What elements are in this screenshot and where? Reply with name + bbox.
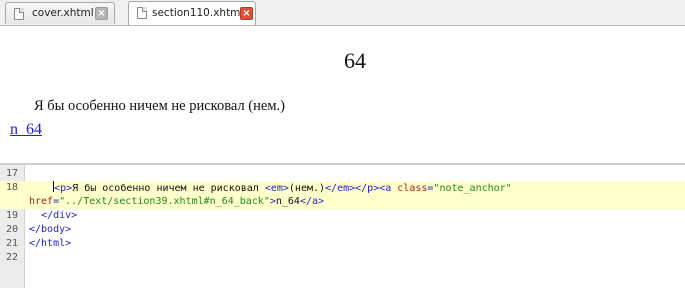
code-text: </html> <box>29 237 71 251</box>
tab-label: section110.xhtml <box>152 7 244 19</box>
code-token-attr: href <box>29 196 54 207</box>
code-line[interactable]: 21 </html> <box>0 237 685 251</box>
code-token-tag: </a> <box>299 196 325 207</box>
code-token-text: Я бы особенно ничем не рисковал <box>72 183 265 194</box>
document-icon <box>137 7 147 19</box>
close-icon[interactable]: × <box>95 7 108 20</box>
line-number: 19 <box>6 210 19 221</box>
code-token-attr: class <box>397 183 428 194</box>
line-number: 18 <box>6 182 19 193</box>
line-number: 20 <box>6 224 19 235</box>
code-view[interactable]: 17 18 <p>Я бы особенно ничем не рисковал … <box>0 165 685 288</box>
book-view: 64 Я бы особенно ничем не рисковал (нем.… <box>0 26 685 164</box>
code-line[interactable]: 19 </div> <box>0 209 685 223</box>
close-icon[interactable]: × <box>240 7 253 20</box>
line-number: 22 <box>6 252 19 263</box>
tab-cover[interactable]: cover.xhtml × <box>5 2 115 24</box>
note-anchor-link[interactable]: n_64 <box>10 121 42 139</box>
code-token-tag: <p> <box>54 183 73 194</box>
code-text: </body> <box>29 223 71 237</box>
code-token-text: (нем.) <box>288 183 326 194</box>
code-token-tag: </em></p><a <box>325 183 398 194</box>
code-text: <p>Я бы особенно ничем не рисковал <em>(… <box>29 181 512 196</box>
code-token-tag: </html> <box>29 238 72 249</box>
code-text: href="../Text/section39.xhtml#n_64_back"… <box>29 195 324 209</box>
code-token-val: "note_anchor" <box>433 183 512 194</box>
code-line[interactable]: 20 </body> <box>0 223 685 237</box>
code-text: </div> <box>29 209 77 223</box>
line-number: 17 <box>6 168 19 179</box>
code-token-val: "../Text/section39.xhtml#n_64_back" <box>59 196 270 207</box>
tab-bar: cover.xhtml × section110.xhtml × <box>0 0 685 26</box>
tab-section110[interactable]: section110.xhtml × <box>128 1 256 25</box>
code-line[interactable]: 22 <box>0 251 685 265</box>
code-line[interactable]: 17 <box>0 167 685 181</box>
code-token-tag: </body> <box>29 224 72 235</box>
code-token-tag: </div> <box>41 210 78 221</box>
line-number: 21 <box>6 238 19 249</box>
code-line[interactable]: href="../Text/section39.xhtml#n_64_back"… <box>0 195 685 209</box>
section-heading: 64 <box>344 48 366 73</box>
document-icon <box>14 8 24 20</box>
note-paragraph: Я бы особенно ничем не рисковал (нем.) <box>34 98 285 114</box>
code-token-tag: <em> <box>264 183 289 194</box>
tab-label: cover.xhtml <box>32 7 94 19</box>
code-line[interactable]: 18 <p>Я бы особенно ничем не рисковал <e… <box>0 181 685 195</box>
code-token-text: n_64 <box>275 196 300 207</box>
